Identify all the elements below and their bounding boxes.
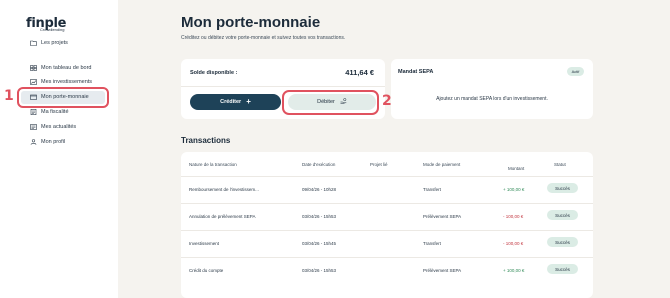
cell-montant: + 100,00 €: [503, 268, 525, 273]
column-header-mode: Mode de paiement: [423, 162, 461, 167]
mandat-info: Ajoutez un mandat SEPA lors d'un investi…: [436, 96, 548, 102]
solde-label: Solde disponible :: [190, 70, 238, 76]
mandat-card: Mandat SEPA Actif Ajoutez un mandat SEPA…: [391, 59, 593, 119]
credit-button[interactable]: Créditer +: [190, 94, 281, 110]
cell-mode: Transfert: [423, 241, 441, 246]
table-row[interactable]: Annulation de prélèvement SEPA 03/04/26 …: [181, 203, 593, 229]
table-row[interactable]: Investissement 03/04/26 - 15h45 Transfer…: [181, 230, 593, 256]
page-title: Mon porte-monnaie: [181, 14, 321, 31]
status-badge: Succès: [547, 210, 578, 220]
sidebar-item-label: Mon profil: [41, 139, 66, 145]
sidebar: finple Crowdlending Les projets Mon tabl…: [0, 0, 118, 298]
cell-date: 09/04/26 - 10h28: [302, 187, 337, 192]
sidebar-item-label: Ma fiscalité: [41, 109, 69, 115]
user-icon: [30, 139, 37, 145]
sidebar-item-fiscalite[interactable]: Ma fiscalité: [30, 106, 116, 118]
cell-date: 03/04/26 - 15h45: [302, 241, 337, 246]
cell-nature: Remboursement de l'investissem...: [189, 187, 259, 192]
annotation-marker-1: 1: [4, 88, 14, 104]
news-icon: [30, 124, 37, 130]
status-badge: Succès: [547, 264, 578, 274]
status-badge: Actif: [567, 67, 584, 76]
cell-montant: - 100,00 €: [503, 241, 524, 246]
table-row[interactable]: Crédit du compte 03/04/26 - 15h53 Prélèv…: [181, 257, 593, 283]
sidebar-item-label: Mon tableau de bord: [41, 65, 92, 71]
logo-subtext: Crowdlending: [40, 27, 65, 32]
cell-montant: + 100,00 €: [503, 187, 525, 192]
cell-nature: Annulation de prélèvement SEPA: [189, 214, 256, 219]
transactions-title: Transactions: [181, 136, 231, 145]
sidebar-item-projets[interactable]: Les projets: [30, 37, 116, 49]
logo[interactable]: finple Crowdlending: [26, 14, 86, 34]
sidebar-item-label: Les projets: [41, 40, 68, 46]
sidebar-item-profil[interactable]: Mon profil: [30, 136, 116, 148]
mandat-title: Mandat SEPA: [398, 69, 434, 75]
sidebar-item-label: Mes actualités: [41, 124, 77, 130]
column-header-projet: Projet lié: [370, 162, 388, 167]
page-subtitle: Créditez ou débitez votre porte-monnaie …: [181, 35, 346, 41]
column-header-date: Date d'exécution: [302, 162, 336, 167]
highlight-box-porte-monnaie: [17, 87, 109, 108]
status-badge: Succès: [547, 183, 578, 193]
cell-mode: Prélèvement SEPA: [423, 214, 462, 219]
highlight-box-debit: [282, 90, 379, 115]
credit-button-label: Créditer: [220, 99, 242, 105]
transactions-table: Nature de la transaction Date d'exécutio…: [181, 152, 593, 298]
divider: [181, 86, 385, 87]
column-header-nature: Nature de la transaction: [189, 162, 237, 167]
cell-mode: Prélèvement SEPA: [423, 268, 462, 273]
solde-value: 411,64 €: [345, 68, 374, 77]
chart-icon: [30, 79, 37, 85]
table-row[interactable]: Remboursement de l'investissem... 09/04/…: [181, 176, 593, 202]
sidebar-item-tableau-de-bord[interactable]: Mon tableau de bord: [30, 62, 116, 74]
cell-nature: Investissement: [189, 241, 220, 246]
column-header-montant: Montant: [508, 166, 525, 171]
cell-montant: - 100,00 €: [503, 214, 524, 219]
sidebar-item-label: Mes investissements: [41, 79, 93, 85]
plus-icon: +: [246, 97, 251, 106]
cell-mode: Transfert: [423, 187, 441, 192]
cell-nature: Crédit du compte: [189, 268, 224, 273]
status-badge: Succès: [547, 237, 578, 247]
column-header-statut: Statut: [554, 162, 566, 167]
cell-date: 03/04/26 - 15h53: [302, 268, 337, 273]
document-icon: [30, 109, 37, 115]
cell-date: 03/04/26 - 15h53: [302, 214, 337, 219]
folder-icon: [30, 40, 37, 46]
dashboard-icon: [30, 65, 37, 71]
sidebar-item-actualites[interactable]: Mes actualités: [30, 121, 116, 133]
